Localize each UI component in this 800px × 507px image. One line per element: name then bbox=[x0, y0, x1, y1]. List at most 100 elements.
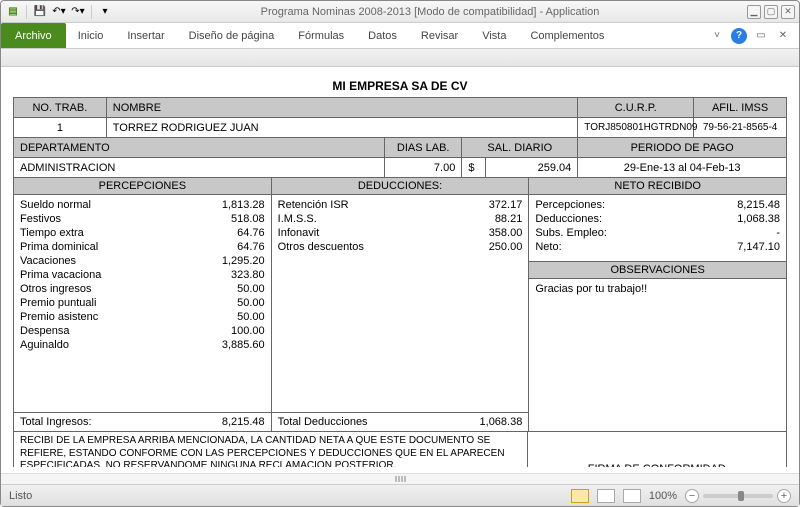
item-value: 50.00 bbox=[237, 297, 265, 309]
neto-body: Percepciones:8,215.48Deducciones:1,068.3… bbox=[529, 195, 786, 257]
lbl-depto: DEPARTAMENTO bbox=[14, 138, 385, 158]
close-icon[interactable]: ✕ bbox=[781, 5, 795, 19]
item-label: Infonavit bbox=[278, 227, 320, 239]
lbl-diaslab: DIAS LAB. bbox=[385, 138, 462, 158]
neto-column: NETO RECIBIDO Percepciones:8,215.48Deduc… bbox=[529, 178, 786, 431]
ribbon-minimize-icon[interactable]: ˅ bbox=[709, 28, 725, 44]
val-diaslab: 7.00 bbox=[385, 158, 462, 178]
item-label: Vacaciones bbox=[20, 255, 76, 267]
percepciones-column: PERCEPCIONES Sueldo normal1,813.28Festiv… bbox=[14, 178, 272, 431]
qat-customize-icon[interactable]: ▾ bbox=[97, 4, 113, 20]
item-label: Retención ISR bbox=[278, 199, 349, 211]
tab-datos[interactable]: Datos bbox=[356, 23, 409, 48]
lbl-nombre: NOMBRE bbox=[106, 98, 578, 118]
receipt-text: RECIBI DE LA EMPRESA ARRIBA MENCIONADA, … bbox=[14, 432, 528, 467]
tab-insertar[interactable]: Insertar bbox=[115, 23, 176, 48]
item-value: 3,885.60 bbox=[222, 339, 265, 351]
document-area: MI EMPRESA SA DE CV NO. TRAB. NOMBRE C.U… bbox=[1, 67, 799, 467]
neto-head: NETO RECIBIDO bbox=[529, 178, 786, 195]
tab-vista[interactable]: Vista bbox=[470, 23, 518, 48]
line-item: Neto:7,147.10 bbox=[535, 241, 780, 253]
view-pagebreak-icon[interactable] bbox=[623, 489, 641, 503]
line-item: Despensa100.00 bbox=[20, 325, 265, 337]
tab-formulas[interactable]: Fórmulas bbox=[286, 23, 356, 48]
file-tab[interactable]: Archivo bbox=[1, 23, 66, 48]
percepciones-head: PERCEPCIONES bbox=[14, 178, 271, 195]
percepciones-body: Sueldo normal1,813.28Festivos518.08Tiemp… bbox=[14, 195, 271, 412]
line-item: Deducciones: 1,068.38 bbox=[535, 213, 780, 225]
restore-window-icon[interactable]: ▭ bbox=[753, 28, 769, 44]
item-value: 518.08 bbox=[231, 213, 265, 225]
line-item: Retención ISR 372.17 bbox=[278, 199, 523, 211]
val-periodo: 29-Ene-13 al 04-Feb-13 bbox=[578, 158, 787, 178]
quick-access-toolbar: ▤ 💾 ↶▾ ↷▾ ▾ bbox=[5, 4, 113, 20]
item-label: Prima vacaciona bbox=[20, 269, 101, 281]
total-deducciones-row: Total Deducciones 1,068.38 bbox=[272, 412, 529, 431]
item-value: 1,813.28 bbox=[222, 199, 265, 211]
line-item: Otros ingresos50.00 bbox=[20, 283, 265, 295]
item-value: 64.76 bbox=[237, 227, 265, 239]
receipt-footer: RECIBI DE LA EMPRESA ARRIBA MENCIONADA, … bbox=[13, 432, 787, 467]
line-item: I.M.S.S.88.21 bbox=[278, 213, 523, 225]
item-label: I.M.S.S. bbox=[278, 213, 317, 225]
help-icon[interactable]: ? bbox=[731, 28, 747, 44]
tab-diseno[interactable]: Diseño de página bbox=[177, 23, 287, 48]
tab-complementos[interactable]: Complementos bbox=[518, 23, 616, 48]
tab-revisar[interactable]: Revisar bbox=[409, 23, 470, 48]
view-normal-icon[interactable] bbox=[571, 489, 589, 503]
tab-inicio[interactable]: Inicio bbox=[66, 23, 116, 48]
maximize-icon[interactable]: ▢ bbox=[764, 5, 778, 19]
status-ready: Listo bbox=[9, 490, 32, 502]
zoom-out-icon[interactable]: − bbox=[685, 489, 699, 503]
save-icon[interactable]: 💾 bbox=[32, 4, 48, 20]
ribbon: Archivo Inicio Insertar Diseño de página… bbox=[1, 23, 799, 49]
zoom-control: − + bbox=[685, 489, 791, 503]
horizontal-scroll-area[interactable] bbox=[1, 473, 799, 484]
zoom-slider[interactable] bbox=[703, 494, 773, 498]
item-label: Tiempo extra bbox=[20, 227, 84, 239]
lbl-periodo: PERIODO DE PAGO bbox=[578, 138, 787, 158]
item-value: 64.76 bbox=[237, 241, 265, 253]
observ-body: Gracias por tu trabajo!! bbox=[529, 279, 786, 431]
firma-label: FIRMA DE CONFORMIDAD bbox=[528, 432, 786, 467]
minimize-icon[interactable]: ▁ bbox=[747, 5, 761, 19]
item-label: Subs. Empleo: bbox=[535, 227, 607, 239]
line-item: Infonavit358.00 bbox=[278, 227, 523, 239]
deducciones-head: DEDUCCIONES: bbox=[272, 178, 529, 195]
item-label: Otros descuentos bbox=[278, 241, 364, 253]
item-value: 50.00 bbox=[237, 283, 265, 295]
val-nombre: TORREZ RODRIGUEZ JUAN bbox=[106, 118, 578, 138]
item-label: Percepciones: bbox=[535, 199, 605, 211]
employee-header-table: NO. TRAB. NOMBRE C.U.R.P. AFIL. IMSS 1 T… bbox=[13, 97, 787, 178]
app-icon[interactable]: ▤ bbox=[5, 4, 21, 20]
zoom-in-icon[interactable]: + bbox=[777, 489, 791, 503]
item-value: 50.00 bbox=[237, 311, 265, 323]
val-total-deducciones: 1,068.38 bbox=[480, 416, 523, 428]
titlebar: ▤ 💾 ↶▾ ↷▾ ▾ Programa Nominas 2008-2013 [… bbox=[1, 1, 799, 23]
item-value: 1,068.38 bbox=[737, 213, 780, 225]
view-page-layout-icon[interactable] bbox=[597, 489, 615, 503]
item-label: Aguinaldo bbox=[20, 339, 69, 351]
line-item: Premio asistenc 50.00 bbox=[20, 311, 265, 323]
earnings-deductions-panel: PERCEPCIONES Sueldo normal1,813.28Festiv… bbox=[13, 178, 787, 432]
item-value: 100.00 bbox=[231, 325, 265, 337]
close-workbook-icon[interactable]: ✕ bbox=[775, 28, 791, 44]
undo-icon[interactable]: ↶▾ bbox=[51, 4, 67, 20]
item-value: 250.00 bbox=[489, 241, 523, 253]
lbl-notrab: NO. TRAB. bbox=[14, 98, 107, 118]
line-item: Prima vacaciona323.80 bbox=[20, 269, 265, 281]
zoom-label: 100% bbox=[649, 490, 677, 502]
val-saldiario: 259.04 bbox=[485, 158, 578, 178]
total-ingresos-row: Total Ingresos: 8,215.48 bbox=[14, 412, 271, 431]
line-item: Tiempo extra 64.76 bbox=[20, 227, 265, 239]
item-value: 7,147.10 bbox=[737, 241, 780, 253]
item-label: Deducciones: bbox=[535, 213, 602, 225]
redo-icon[interactable]: ↷▾ bbox=[70, 4, 86, 20]
item-label: Premio asistenc bbox=[20, 311, 98, 323]
deducciones-column: DEDUCCIONES: Retención ISR 372.17 I.M.S.S.… bbox=[272, 178, 530, 431]
line-item: Festivos518.08 bbox=[20, 213, 265, 225]
val-notrab: 1 bbox=[14, 118, 107, 138]
line-item: Otros descuentos 250.00 bbox=[278, 241, 523, 253]
item-label: Premio puntuali bbox=[20, 297, 96, 309]
item-value: 372.17 bbox=[489, 199, 523, 211]
